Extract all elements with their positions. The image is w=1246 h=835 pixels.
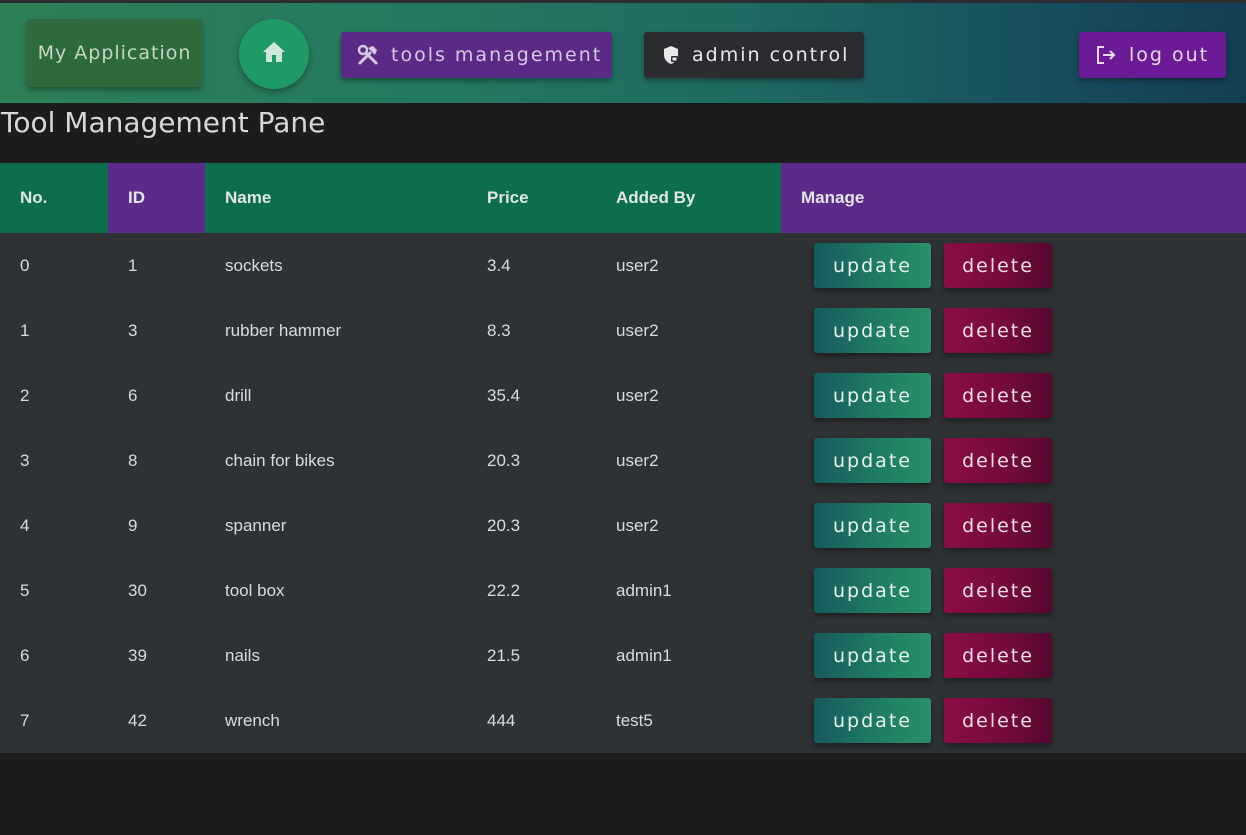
shield-lock-icon [662,45,680,65]
table-row: 3 8 chain for bikes 20.3 user2 update de… [0,428,1246,493]
cell-name: wrench [225,710,280,730]
cell-no: 0 [20,255,30,275]
cell-no: 7 [20,710,30,730]
table-row: 2 6 drill 35.4 user2 update delete [0,363,1246,428]
cell-no: 4 [20,515,30,535]
tools-table: No. ID Name Price Added By Manage 0 1 so… [0,163,1246,753]
table-header: No. ID Name Price Added By Manage [0,163,1246,233]
cell-name: spanner [225,515,287,535]
cell-price: 21.5 [487,645,521,665]
tools-management-button[interactable]: tools management [341,32,612,78]
cell-name: chain for bikes [225,450,335,470]
cell-name: rubber hammer [225,320,342,340]
table-row: 5 30 tool box 22.2 admin1 update delete [0,558,1246,623]
cell-no: 5 [20,580,30,600]
cell-price: 8.3 [487,320,511,340]
cell-added-by: user2 [616,515,659,535]
cell-no: 3 [20,450,30,470]
tools-management-label: tools management [391,44,603,66]
cell-manage: update delete [781,298,1246,363]
cell-name: drill [225,385,252,405]
cell-manage: update delete [781,558,1246,623]
header-manage: Manage [781,163,1246,233]
header-no: No. [0,163,108,233]
update-button[interactable]: update [814,698,931,743]
header-id: ID [108,163,205,233]
update-button[interactable]: update [814,438,931,483]
delete-button[interactable]: delete [944,373,1052,418]
delete-button[interactable]: delete [944,698,1052,743]
delete-button[interactable]: delete [944,503,1052,548]
cell-name: nails [225,645,260,665]
cell-price: 3.4 [487,255,511,275]
cell-manage: update delete [781,428,1246,493]
cell-manage: update delete [781,688,1246,753]
delete-button[interactable]: delete [944,308,1052,353]
table-row: 0 1 sockets 3.4 user2 update delete [0,233,1246,298]
update-button[interactable]: update [814,243,931,288]
update-button[interactable]: update [814,308,931,353]
cell-added-by: user2 [616,320,659,340]
header-price: Price [467,163,596,233]
update-button[interactable]: update [814,633,931,678]
cell-price: 35.4 [487,385,521,405]
home-button[interactable] [239,19,309,89]
cell-id: 3 [128,320,138,340]
delete-button[interactable]: delete [944,438,1052,483]
cell-no: 2 [20,385,30,405]
cell-manage: update delete [781,363,1246,428]
cell-price: 20.3 [487,450,521,470]
cell-added-by: user2 [616,255,659,275]
cell-manage: update delete [781,233,1246,298]
admin-control-label: admin control [692,44,850,66]
header-added-by: Added By [596,163,781,233]
cell-id: 39 [128,645,147,665]
admin-control-button[interactable]: admin control [644,32,864,78]
cell-no: 6 [20,645,30,665]
table-row: 7 42 wrench 444 test5 update delete [0,688,1246,753]
cell-id: 42 [128,710,147,730]
page-title: Tool Management Pane [1,106,326,139]
cell-added-by: admin1 [616,580,672,600]
cell-added-by: user2 [616,385,659,405]
hammer-wrench-icon [357,44,379,66]
table-row: 1 3 rubber hammer 8.3 user2 update delet… [0,298,1246,363]
cell-id: 30 [128,580,147,600]
cell-name: sockets [225,255,283,275]
brand-logo[interactable]: My Application [27,19,202,87]
cell-id: 6 [128,385,138,405]
update-button[interactable]: update [814,373,931,418]
logout-label: log out [1129,44,1210,66]
update-button[interactable]: update [814,568,931,613]
delete-button[interactable]: delete [944,243,1052,288]
table-row: 6 39 nails 21.5 admin1 update delete [0,623,1246,688]
home-icon [262,41,286,68]
cell-no: 1 [20,320,30,340]
cell-manage: update delete [781,623,1246,688]
logout-button[interactable]: log out [1079,32,1226,78]
navbar: My Application tools management admin co… [0,3,1246,103]
cell-id: 1 [128,255,138,275]
cell-manage: update delete [781,493,1246,558]
delete-button[interactable]: delete [944,633,1052,678]
header-name: Name [205,163,467,233]
delete-button[interactable]: delete [944,568,1052,613]
table-row: 4 9 spanner 20.3 user2 update delete [0,493,1246,558]
cell-id: 9 [128,515,138,535]
logout-icon [1095,44,1117,66]
cell-added-by: user2 [616,450,659,470]
cell-added-by: admin1 [616,645,672,665]
cell-price: 444 [487,710,516,730]
cell-price: 22.2 [487,580,521,600]
cell-added-by: test5 [616,710,653,730]
cell-name: tool box [225,580,285,600]
cell-id: 8 [128,450,138,470]
cell-price: 20.3 [487,515,521,535]
update-button[interactable]: update [814,503,931,548]
